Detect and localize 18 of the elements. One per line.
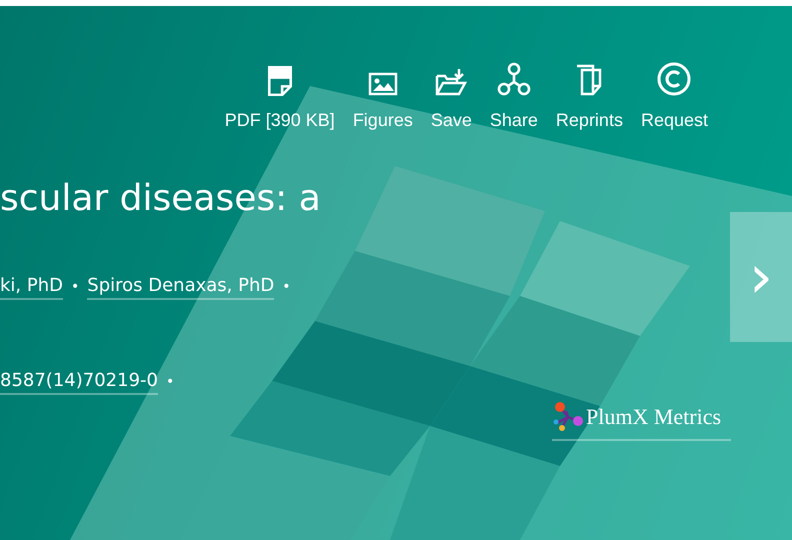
- separator-dot: •: [166, 374, 174, 390]
- toolbar-button[interactable]: Reprints: [550, 62, 629, 131]
- toolbar-button[interactable]: Request: [634, 62, 714, 131]
- author-link[interactable]: Spiros Denaxas, PhD: [87, 275, 274, 300]
- plumx-metrics-link[interactable]: PlumX Metrics: [552, 401, 732, 441]
- article-title: scular diseases: a: [0, 177, 322, 221]
- toolbar-button[interactable]: PDF [390 KB]: [218, 62, 341, 131]
- toolbar-button[interactable]: Figures: [346, 62, 419, 131]
- share-icon: [496, 62, 531, 96]
- document-copies-icon: [575, 62, 604, 96]
- author-link[interactable]: ki, PhD: [0, 275, 63, 300]
- plumx-logo-icon: [552, 401, 584, 433]
- separator-dot: •: [71, 279, 80, 295]
- separator-dot: •: [282, 279, 291, 295]
- doi-link[interactable]: 8587(14)70219-0: [0, 370, 158, 395]
- copyright-icon: [657, 62, 692, 96]
- toolbar-button[interactable]: Save: [424, 62, 478, 131]
- toolbar-button[interactable]: Share: [484, 62, 544, 131]
